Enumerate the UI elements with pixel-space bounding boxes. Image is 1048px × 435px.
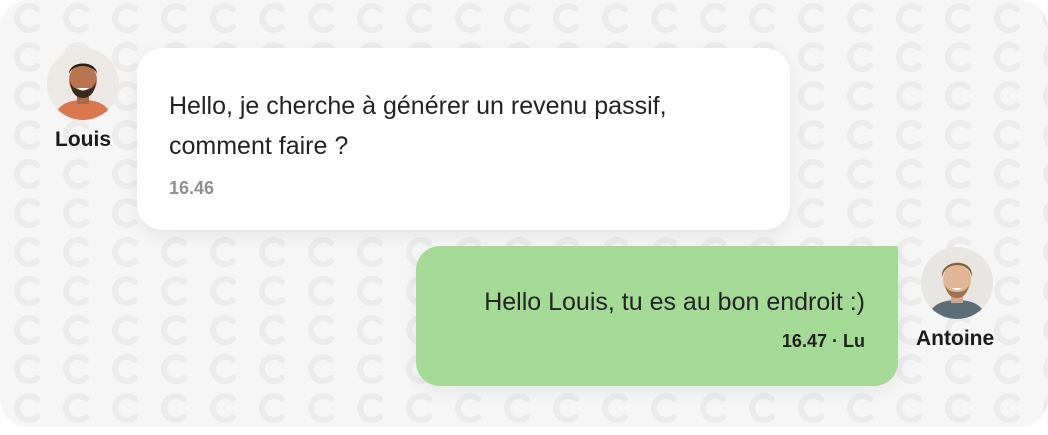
meta-separator: ·	[831, 331, 838, 351]
read-status: Lu	[843, 331, 865, 351]
incoming-message-text: Hello, je cherche à générer un revenu pa…	[169, 92, 667, 160]
incoming-message[interactable]: Hello, je cherche à générer un revenu pa…	[137, 48, 790, 230]
outgoing-message-time: 16.47	[781, 331, 827, 351]
louis-name: Louis	[55, 128, 111, 151]
incoming-message-time: 16.46	[169, 178, 215, 198]
antoine-avatar[interactable]	[921, 247, 993, 319]
antoine-name: Antoine	[916, 327, 995, 350]
outgoing-message[interactable]: Hello Louis, tu es au bon endroit :) 16.…	[416, 246, 898, 386]
outgoing-message-meta: 16.47 · Lu	[782, 331, 865, 352]
outgoing-message-text: Hello Louis, tu es au bon endroit :)	[484, 288, 865, 316]
chat-window: Louis Hello, je cherche à générer un rev…	[0, 0, 1048, 427]
louis-avatar[interactable]	[47, 48, 119, 120]
